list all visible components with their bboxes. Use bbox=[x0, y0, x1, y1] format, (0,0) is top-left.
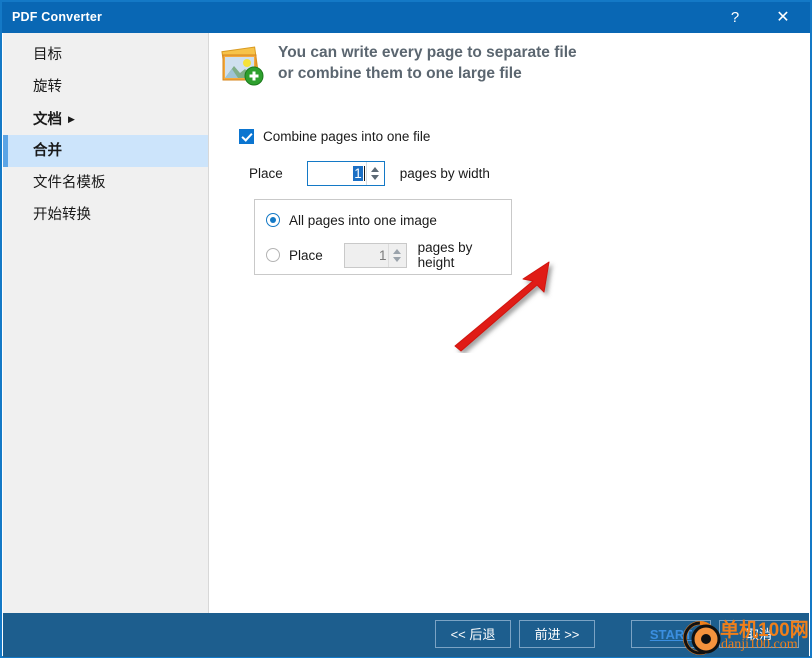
sidebar-item-rotate[interactable]: 旋转 bbox=[3, 71, 208, 103]
sidebar-item-label: 目标 bbox=[33, 47, 62, 63]
close-icon[interactable]: ✕ bbox=[761, 2, 805, 33]
window-title: PDF Converter bbox=[12, 10, 103, 24]
radio-pages-by-height[interactable]: Place 1 pages by height bbox=[266, 240, 511, 270]
pages-by-height-spinner[interactable]: 1 bbox=[343, 242, 407, 268]
radio-selected-icon[interactable] bbox=[266, 213, 280, 227]
title-bar: PDF Converter ? ✕ bbox=[2, 2, 810, 33]
chevron-down-icon[interactable] bbox=[393, 256, 402, 262]
footer-bar: << 后退 前进 >> START 取消 bbox=[3, 613, 809, 657]
pages-by-height-value: 1 bbox=[379, 247, 387, 263]
next-button[interactable]: 前进 >> bbox=[519, 620, 595, 648]
cancel-button[interactable]: 取消 bbox=[719, 620, 799, 648]
start-button-label: START bbox=[649, 627, 693, 642]
sidebar-item-label: 合并 bbox=[33, 143, 62, 159]
sidebar-item-label: 开始转换 bbox=[33, 207, 91, 223]
start-button[interactable]: START bbox=[631, 620, 711, 648]
next-button-label: 前进 >> bbox=[534, 627, 580, 642]
chevron-up-icon[interactable] bbox=[371, 166, 380, 172]
checkbox-checked-icon[interactable] bbox=[239, 128, 254, 144]
images-add-icon bbox=[221, 46, 264, 86]
sidebar: 目标 旋转 文档 ▶ 合并 文件名模板 开始转换 bbox=[3, 33, 209, 613]
sidebar-item-merge[interactable]: 合并 bbox=[3, 135, 208, 167]
pages-by-height-prefix: Place bbox=[289, 247, 323, 263]
radio-all-pages-one-image[interactable]: All pages into one image bbox=[266, 210, 437, 230]
radio-unselected-icon[interactable] bbox=[266, 248, 280, 262]
pages-by-height-suffix: pages by height bbox=[417, 240, 473, 270]
pages-by-width-value[interactable]: 1 bbox=[308, 165, 364, 181]
sidebar-item-filename-template[interactable]: 文件名模板 bbox=[3, 167, 208, 199]
pane-header-text: You can write every page to separate fil… bbox=[278, 42, 577, 84]
chevron-down-icon[interactable] bbox=[371, 174, 380, 180]
chevron-up-icon[interactable] bbox=[393, 248, 402, 254]
spinner-arrows[interactable] bbox=[365, 161, 384, 185]
content-area: 目标 旋转 文档 ▶ 合并 文件名模板 开始转换 You can write e… bbox=[2, 33, 810, 613]
pane-header-line1: You can write every page to separate fil… bbox=[278, 44, 577, 61]
pages-by-width-suffix: pages by width bbox=[399, 165, 490, 181]
chevron-right-icon: ▶ bbox=[68, 114, 75, 124]
sidebar-item-label: 文件名模板 bbox=[33, 175, 106, 191]
sidebar-item-label: 文档 bbox=[33, 112, 62, 128]
main-pane: You can write every page to separate fil… bbox=[209, 33, 810, 613]
combine-pages-label: Combine pages into one file bbox=[263, 128, 431, 144]
spinner-arrows[interactable] bbox=[387, 243, 406, 267]
help-icon[interactable]: ? bbox=[713, 2, 757, 33]
app-window: PDF Converter ? ✕ 目标 旋转 文档 ▶ 合并 文件名模板 开始转… bbox=[0, 0, 812, 658]
sidebar-item-label: 旋转 bbox=[33, 79, 62, 95]
radio-all-pages-label: All pages into one image bbox=[289, 212, 437, 228]
text-cursor bbox=[363, 165, 365, 181]
pages-by-width-spinner[interactable]: 1 bbox=[306, 160, 385, 186]
pages-by-width-row: Place 1 pages by width bbox=[249, 160, 490, 186]
cancel-button-label: 取消 bbox=[745, 627, 772, 642]
image-layout-groupbox: All pages into one image Place 1 pages b… bbox=[254, 199, 512, 275]
combine-pages-checkbox[interactable]: Combine pages into one file bbox=[239, 126, 430, 146]
pane-header: You can write every page to separate fil… bbox=[220, 42, 800, 92]
sidebar-item-start-convert[interactable]: 开始转换 bbox=[3, 199, 208, 231]
pane-header-line2: or combine them to one large file bbox=[278, 65, 522, 82]
sidebar-item-target[interactable]: 目标 bbox=[3, 39, 208, 71]
back-button[interactable]: << 后退 bbox=[435, 620, 511, 648]
pages-by-width-prefix: Place bbox=[249, 165, 283, 181]
back-button-label: << 后退 bbox=[450, 627, 496, 642]
sidebar-item-document[interactable]: 文档 ▶ bbox=[3, 103, 208, 135]
